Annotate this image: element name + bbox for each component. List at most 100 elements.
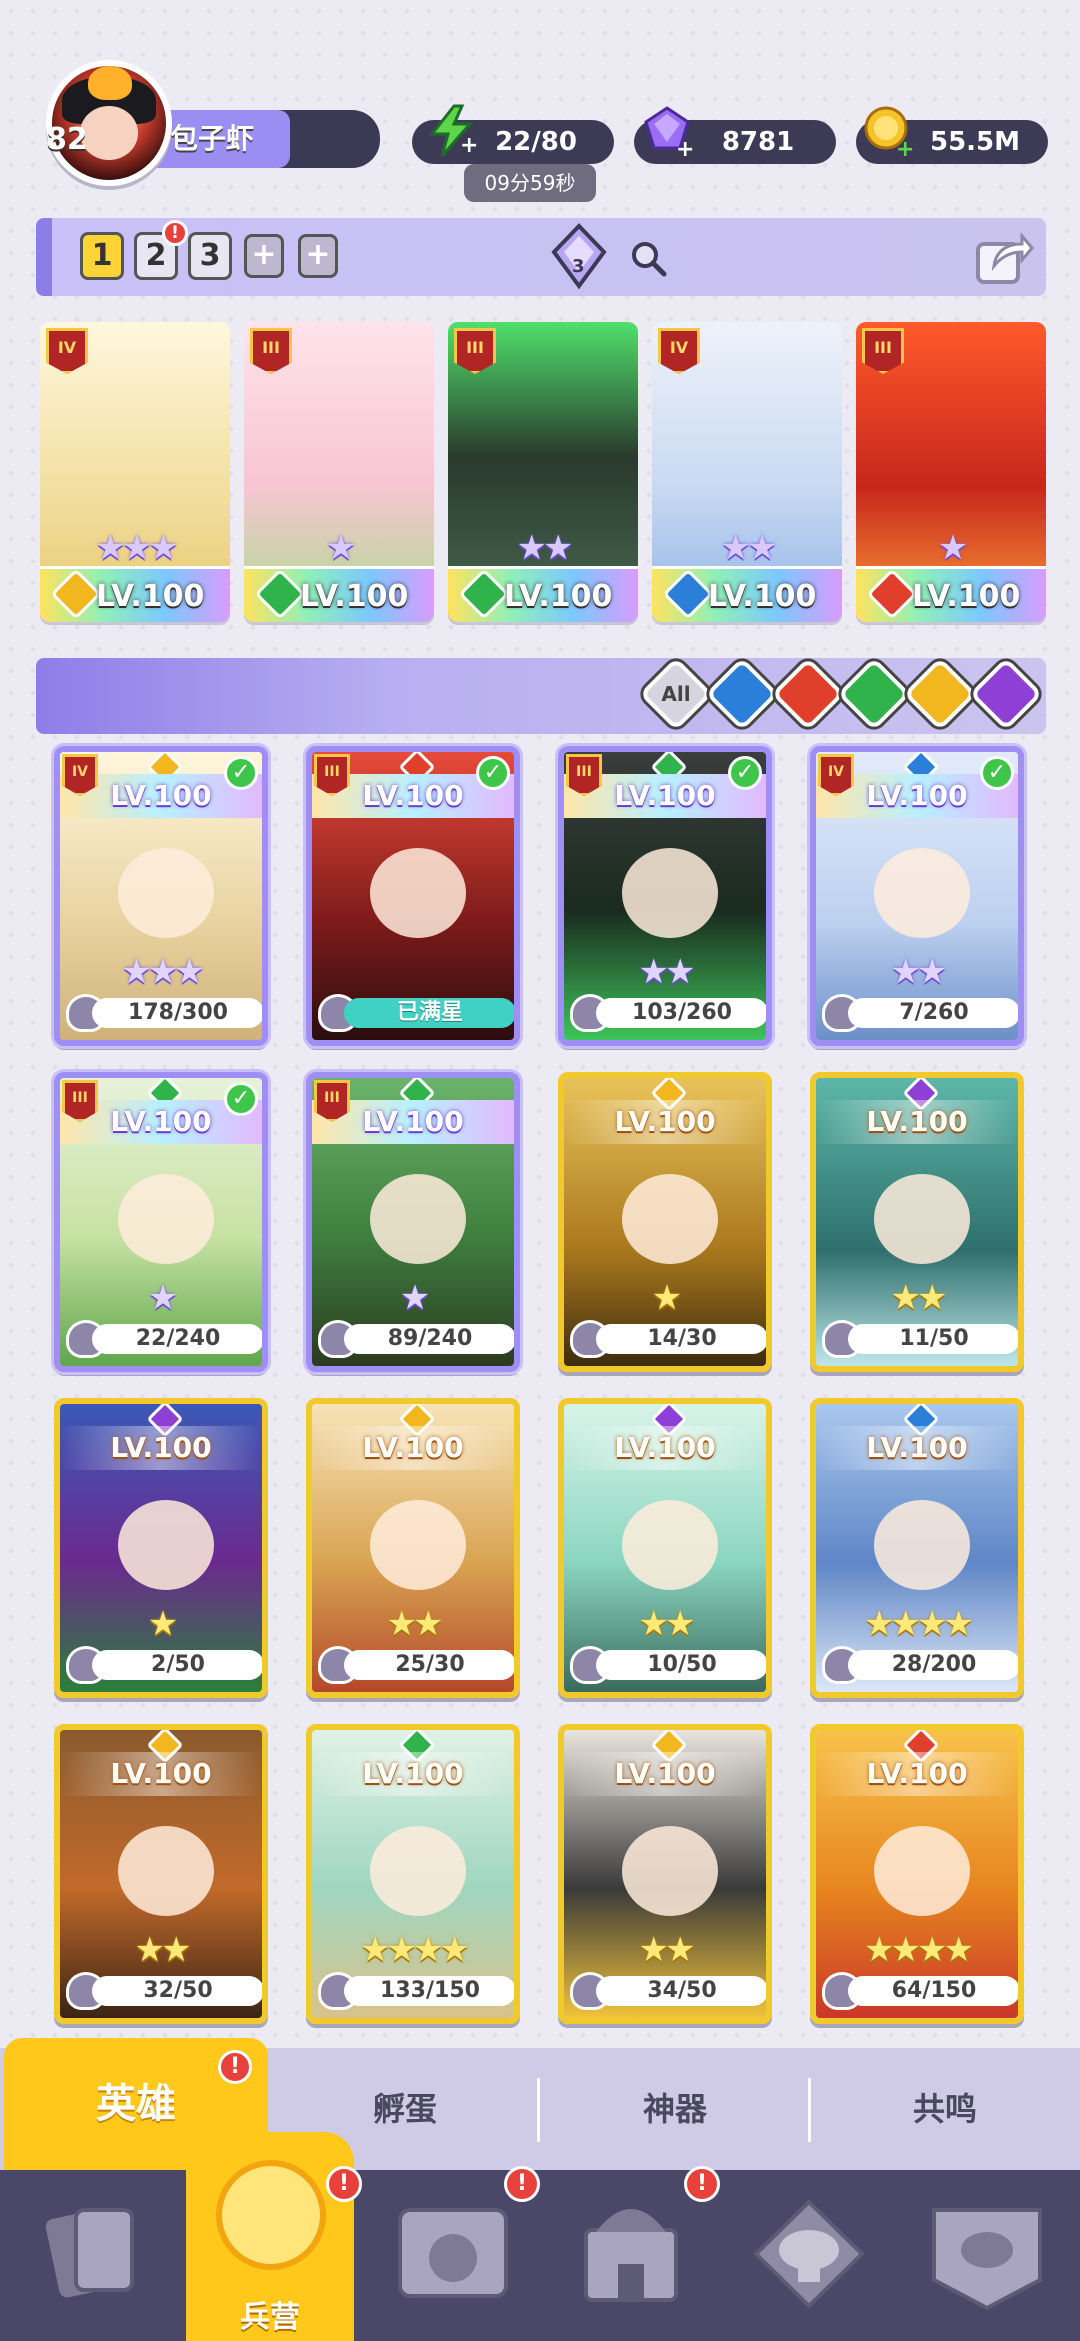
hero-level: LV.100 [312,1752,514,1796]
shard-progress: 103/260 [596,998,766,1028]
star-rating: ★★★★ [864,1930,974,1970]
gold-coin-icon: + [864,106,914,158]
hero-portrait [370,848,466,938]
guild-banner-icon [932,2208,1042,2311]
hero-card[interactable]: LV.100 ★★★★ 133/150 [306,1724,520,2024]
nav-barracks-label: 兵营 [240,2300,300,2335]
search-icon[interactable] [628,238,668,278]
hero-card[interactable]: LV.100 ★ 14/30 [558,1072,772,1372]
hero-card[interactable]: LV.100 ★★ 10/50 [558,1398,772,1698]
svg-text:+: + [896,137,914,158]
hero-card[interactable]: LV.100 ★ 2/50 [54,1398,268,1698]
hero-card[interactable]: LV.100 III ✓ ★ 22/240 [54,1072,268,1372]
star-rating: ★★ [890,952,948,992]
hero-card[interactable]: LV.100 IV ✓ ★★ 7/260 [810,746,1024,1046]
hero-level: LV.100 [300,579,409,614]
nav-dungeon-alert-badge: ! [504,2166,540,2202]
shard-progress: 11/50 [848,1324,1018,1354]
team-hero-card-2[interactable]: III ★ LV.100 [244,322,434,622]
shard-progress: 32/50 [92,1976,262,2006]
hero-card[interactable]: LV.100 ★★ 25/30 [306,1398,520,1698]
star-rating: ★★ [638,1604,696,1644]
star-rating: ★★ [890,1278,948,1318]
nav-castle[interactable] [556,2180,706,2330]
filter-all-label: All [661,682,691,706]
cards-icon [45,2208,134,2298]
hero-portrait [118,1826,214,1916]
hero-card[interactable]: LV.100 IV ✓ ★★★ 178/300 [54,746,268,1046]
star-rating: ★★ [638,1930,696,1970]
star-rating: ★★ [134,1930,192,1970]
hero-level: LV.100 [504,579,613,614]
team-tab-1[interactable]: 1 [80,232,124,280]
nav-mushroom[interactable] [734,2180,884,2330]
in-team-check-icon: ✓ [224,756,258,790]
star-rating: ★★★ [95,528,178,568]
nav-guild[interactable] [912,2180,1062,2330]
team-hero-card-4[interactable]: IV ★★ LV.100 [652,322,842,622]
hero-card[interactable]: LV.100 III ✓ 已满星 [306,746,520,1046]
nav-cards[interactable] [18,2180,168,2330]
in-team-check-icon: ✓ [476,756,510,790]
in-team-check-icon: ✓ [224,1082,258,1116]
hero-portrait [370,1826,466,1916]
hero-portrait [874,848,970,938]
team-add-button-1[interactable]: + [244,234,284,278]
team-hero-card-5[interactable]: III ★ LV.100 [856,322,1046,622]
nav-barracks[interactable]: 兵营 [186,2132,354,2341]
book-icon [398,2208,508,2298]
hero-card[interactable]: LV.100 ★★★★ 28/200 [810,1398,1024,1698]
in-team-check-icon: ✓ [728,756,762,790]
shard-progress: 25/30 [344,1650,514,1680]
hero-level: LV.100 [564,1100,766,1144]
hero-level: LV.100 [816,1752,1018,1796]
star-rating: ★★★★ [360,1930,470,1970]
nav-barracks-alert-badge: ! [326,2166,362,2202]
energy-timer: 09分59秒 [464,164,596,202]
team-gem-icon[interactable]: 3 [548,222,610,292]
hero-card[interactable]: LV.100 ★★★★ 64/150 [810,1724,1024,2024]
player-namebar[interactable]: 包子虾 [150,110,380,168]
tab-artifacts[interactable]: 神器 [540,2048,810,2170]
star-rating: ★ [147,1604,178,1644]
tab-resonance[interactable]: 共鸣 [810,2048,1080,2170]
barracks-icon [216,2160,326,2270]
star-rating: ★ [937,528,968,568]
nav-dungeon[interactable] [378,2180,528,2330]
top-bar: 82 包子虾 22/80 + 09分59秒 8781 + 55.5M + [0,0,1080,210]
hero-portrait [622,1174,718,1264]
hero-portrait [874,1174,970,1264]
star-rating: ★ [325,528,356,568]
castle-icon [584,2209,678,2302]
hero-level: LV.100 [312,1426,514,1470]
avatar-flame-icon [88,66,132,100]
share-icon[interactable] [972,226,1034,288]
hero-level: LV.100 [708,579,817,614]
shard-progress: 7/260 [848,998,1018,1028]
team-hero-card-3[interactable]: III ★★ LV.100 [448,322,638,622]
hero-card[interactable]: LV.100 ★★ 34/50 [558,1724,772,2024]
hero-level: LV.100 [816,1426,1018,1470]
hero-card[interactable]: LV.100 III ★ 89/240 [306,1072,520,1372]
team-hero-card-1[interactable]: IV ★★★ LV.100 [40,322,230,622]
star-rating: ★★ [720,528,778,568]
star-rating: ★★★ [121,952,204,992]
shard-progress: 89/240 [344,1324,514,1354]
team-tab-2-alert-badge: ! [162,220,188,246]
team-tabs-bar: 1 2 ! 3 + + [36,218,1046,296]
team-add-button-2[interactable]: + [298,234,338,278]
team-tab-3[interactable]: 3 [188,232,232,280]
star-rating: ★ [399,1278,430,1318]
shard-progress: 22/240 [92,1324,262,1354]
star-rating: ★ [651,1278,682,1318]
hero-card[interactable]: LV.100 ★★ 32/50 [54,1724,268,2024]
hero-card[interactable]: LV.100 ★★ 11/50 [810,1072,1024,1372]
hero-portrait [622,1500,718,1590]
tab-divider [808,2078,811,2142]
in-team-check-icon: ✓ [980,756,1014,790]
nav-castle-alert-badge: ! [684,2166,720,2202]
shard-progress: 2/50 [92,1650,262,1680]
star-rating: ★★ [516,528,574,568]
hero-card[interactable]: LV.100 III ✓ ★★ 103/260 [558,746,772,1046]
hero-portrait [118,1500,214,1590]
